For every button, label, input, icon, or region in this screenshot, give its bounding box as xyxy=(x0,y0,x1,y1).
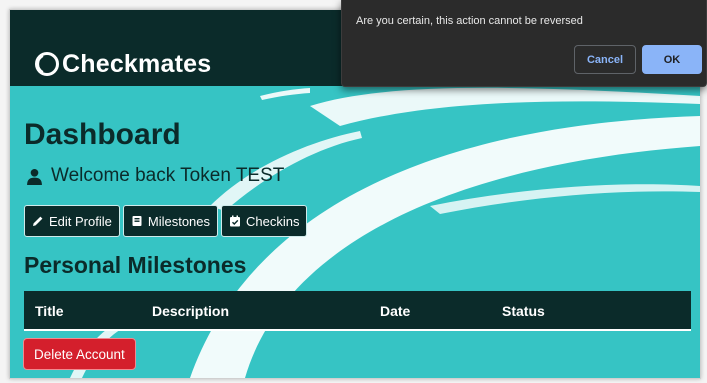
dialog-message: Are you certain, this action cannot be r… xyxy=(356,15,583,27)
page-title: Dashboard xyxy=(24,118,181,151)
book-icon xyxy=(132,216,142,226)
brand-name: Checkmates xyxy=(62,49,212,78)
dashboard-actions: Edit Profile Milestones Checkins xyxy=(24,205,308,237)
pencil-icon xyxy=(33,216,43,226)
checkins-button[interactable]: Checkins xyxy=(221,205,308,237)
checkins-label: Checkins xyxy=(246,213,300,229)
column-header-date: Date xyxy=(380,303,411,319)
brand[interactable]: Checkmates xyxy=(34,48,211,80)
milestones-button[interactable]: Milestones xyxy=(122,205,219,237)
section-title-milestones: Personal Milestones xyxy=(24,252,247,278)
edit-profile-label: Edit Profile xyxy=(49,213,112,229)
column-header-description: Description xyxy=(152,303,230,319)
delete-account-button[interactable]: Delete Account xyxy=(23,338,136,370)
dialog-cancel-button[interactable]: Cancel xyxy=(574,45,636,74)
calendar-check-icon xyxy=(230,215,241,227)
column-header-status: Status xyxy=(502,303,545,319)
dashboard-content: Dashboard Welcome back Token TEST Edit P… xyxy=(10,86,700,378)
circle-logo-icon xyxy=(35,52,59,76)
milestones-table-header: Title Description Date Status xyxy=(24,291,691,331)
welcome-text: Welcome back Token TEST xyxy=(51,165,285,186)
column-header-title: Title xyxy=(35,303,64,319)
dialog-ok-button[interactable]: OK xyxy=(642,45,702,74)
edit-profile-button[interactable]: Edit Profile xyxy=(24,205,120,237)
welcome-message: Welcome back Token TEST xyxy=(26,165,284,187)
user-icon xyxy=(27,168,42,185)
confirm-dialog: Are you certain, this action cannot be r… xyxy=(341,0,707,87)
milestones-label: Milestones xyxy=(147,213,211,229)
